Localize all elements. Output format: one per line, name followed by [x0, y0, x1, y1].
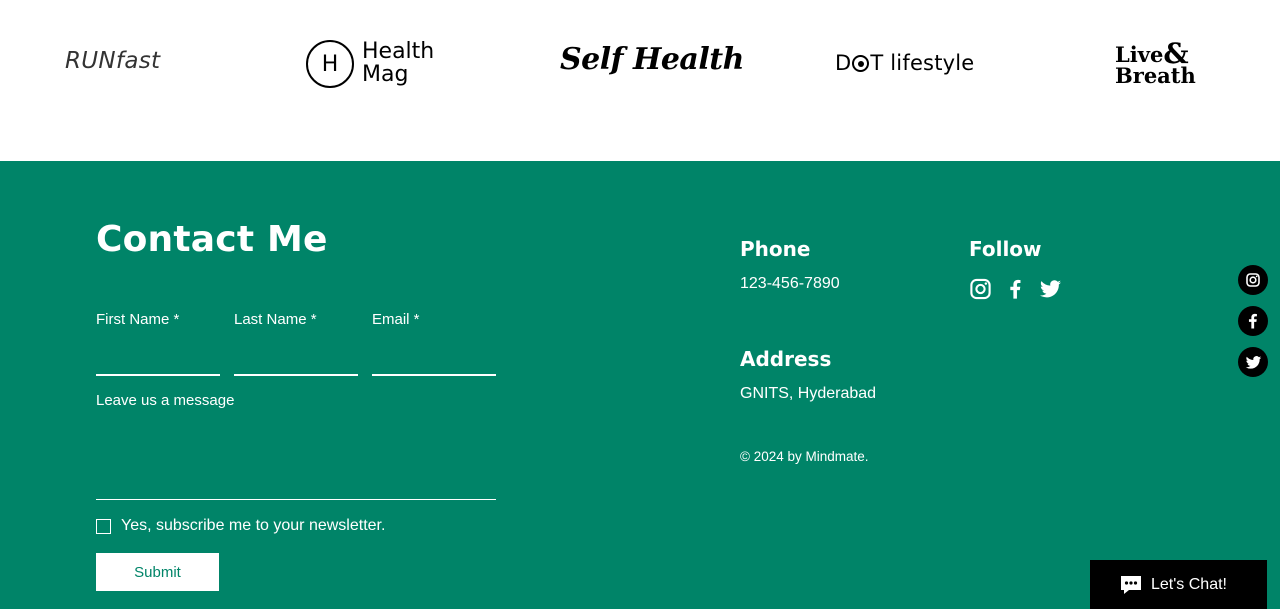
- page: RUNfast H Health Mag Self Health D T life…: [0, 0, 1280, 609]
- last-name-field[interactable]: [234, 341, 358, 373]
- instagram-icon: [1246, 273, 1260, 287]
- message-underline: [96, 499, 496, 500]
- submit-button[interactable]: Submit: [96, 553, 219, 591]
- health-mag-letter: H: [321, 51, 339, 77]
- twitter-icon: [1245, 355, 1261, 369]
- chat-widget-button[interactable]: Let's Chat!: [1090, 560, 1267, 609]
- health-mag-line1: Health: [362, 39, 435, 64]
- follow-social-links: [969, 277, 1062, 301]
- newsletter-label: Yes, subscribe me to your newsletter.: [121, 517, 386, 534]
- first-name-underline: [96, 374, 220, 376]
- first-name-field[interactable]: [96, 341, 220, 373]
- health-mag-line2: Mag: [362, 62, 409, 87]
- contact-title: Contact Me: [96, 219, 328, 260]
- live-breath-line2: Breath: [1115, 63, 1196, 88]
- dot-lifestyle-o-mark: [852, 55, 870, 72]
- live-breath-logo: Live& Breath: [1115, 40, 1196, 88]
- health-mag-words: Health Mag: [362, 40, 434, 86]
- side-instagram-button[interactable]: [1238, 265, 1268, 295]
- self-health-logo-text: Self Health: [560, 42, 744, 77]
- newsletter-checkbox[interactable]: [96, 519, 111, 534]
- facebook-icon[interactable]: [1004, 277, 1027, 301]
- copyright-text: © 2024 by Mindmate.: [740, 449, 869, 464]
- dot-lifestyle-rest: T lifestyle: [870, 51, 975, 75]
- instagram-icon[interactable]: [969, 277, 992, 301]
- follow-heading: Follow: [969, 237, 1042, 261]
- runfast-logo: RUNfast: [65, 48, 160, 74]
- message-field[interactable]: [96, 417, 496, 497]
- dot-lifestyle-d: D: [835, 51, 852, 75]
- facebook-icon: [1248, 313, 1257, 329]
- phone-value: 123-456-7890: [740, 275, 840, 292]
- last-name-label: Last Name *: [234, 311, 317, 328]
- address-heading: Address: [740, 347, 832, 371]
- health-mag-ring: H: [306, 40, 354, 88]
- side-facebook-button[interactable]: [1238, 306, 1268, 336]
- phone-heading: Phone: [740, 237, 811, 261]
- self-health-logo: Self Health: [560, 42, 744, 77]
- first-name-label: First Name *: [96, 311, 180, 328]
- press-logos-strip: RUNfast H Health Mag Self Health D T life…: [0, 0, 1280, 161]
- side-twitter-button[interactable]: [1238, 347, 1268, 377]
- health-mag-logo: H Health Mag: [306, 40, 456, 90]
- message-label: Leave us a message: [96, 392, 235, 409]
- twitter-icon[interactable]: [1039, 277, 1062, 301]
- email-label: Email *: [372, 311, 420, 328]
- chat-label: Let's Chat!: [1151, 575, 1227, 593]
- runfast-logo-text: RUNfast: [65, 48, 161, 74]
- floating-social-bar: [1238, 265, 1268, 377]
- chat-bubble-icon: [1121, 575, 1141, 594]
- email-underline: [372, 374, 496, 376]
- footer: Contact Me First Name * Last Name * Emai…: [0, 161, 1280, 609]
- last-name-underline: [234, 374, 358, 376]
- dot-lifestyle-logo: D T lifestyle: [835, 51, 974, 75]
- address-value: GNITS, Hyderabad: [740, 385, 877, 402]
- email-field[interactable]: [372, 341, 496, 373]
